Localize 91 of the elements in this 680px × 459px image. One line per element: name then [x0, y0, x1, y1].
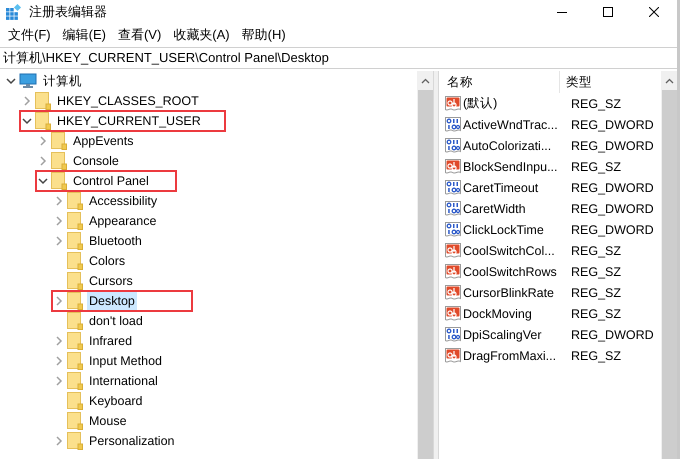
tree-item[interactable]: HKEY_CURRENT_USER [20, 111, 225, 131]
tree-item[interactable]: Personalization [52, 431, 198, 451]
window-title: 注册表编辑器 [29, 3, 108, 21]
binary-value-icon [445, 138, 461, 154]
maximize-icon [603, 7, 613, 17]
value-type: REG_SZ [570, 160, 622, 174]
folder-icon [67, 392, 83, 410]
binary-value-icon [445, 200, 461, 216]
value-type: REG_SZ [570, 244, 622, 258]
value-type: REG_DWORD [570, 180, 654, 194]
binary-value-icon [445, 326, 461, 342]
tree-item[interactable]: Cursors [52, 271, 192, 291]
folder-icon [67, 272, 83, 290]
value-name[interactable]: AutoColorizati... [463, 138, 567, 152]
folder-icon [67, 312, 83, 330]
folder-icon [35, 112, 51, 130]
scroll-up-icon[interactable] [420, 78, 430, 84]
tree-item[interactable]: Accessibility [52, 191, 192, 211]
folder-icon [51, 172, 67, 190]
string-value-icon [445, 96, 461, 112]
folder-icon [67, 232, 83, 250]
tree-item[interactable]: Appearance [52, 211, 192, 231]
menu-item[interactable]: 帮助(H) [236, 24, 292, 46]
tree-item[interactable]: Console [36, 151, 176, 171]
column-header[interactable]: 类型 [560, 74, 592, 90]
value-name[interactable]: DragFromMaxi... [463, 348, 567, 362]
folder-icon [67, 412, 83, 430]
value-name[interactable]: ClickLockTime [463, 222, 567, 236]
value-type: REG_DWORD [570, 202, 654, 216]
folder-icon [67, 432, 83, 450]
menu-item[interactable]: 收藏夹(A) [167, 24, 236, 46]
folder-icon [67, 372, 83, 390]
column-header[interactable]: 名称 [439, 71, 560, 93]
tree-item[interactable]: Keyboard [52, 391, 192, 411]
value-type: REG_DWORD [570, 118, 654, 132]
value-type: REG_SZ [570, 286, 622, 300]
value-type: REG_DWORD [570, 138, 654, 152]
tree-item[interactable]: Mouse [52, 411, 192, 431]
registry-app-icon [6, 4, 22, 20]
tree-item[interactable]: Desktop [52, 291, 192, 311]
string-value-icon [445, 264, 461, 280]
menu-item[interactable]: 文件(F) [2, 24, 57, 46]
string-value-icon [445, 284, 461, 300]
folder-icon [51, 132, 67, 150]
string-value-icon [445, 158, 461, 174]
tree-item[interactable]: AppEvents [36, 131, 176, 151]
value-name[interactable]: CaretWidth [463, 202, 567, 216]
tree-item[interactable]: Bluetooth [52, 231, 192, 251]
value-name[interactable]: DpiScalingVer [463, 328, 567, 342]
value-type: REG_DWORD [570, 328, 654, 342]
string-value-icon [445, 306, 461, 322]
folder-icon [67, 352, 83, 370]
folder-icon [67, 212, 83, 230]
tree-item[interactable]: 计算机 [4, 71, 144, 91]
value-name[interactable]: BlockSendInpu... [463, 160, 567, 174]
value-type: REG_DWORD [570, 222, 654, 236]
value-type: REG_SZ [570, 96, 622, 110]
folder-icon [35, 92, 51, 110]
string-value-icon [445, 242, 461, 258]
value-name[interactable]: ActiveWndTrac... [463, 118, 567, 132]
address-bar[interactable]: 计算机\HKEY_CURRENT_USER\Control Panel\Desktop [0, 47, 677, 69]
folder-icon [67, 252, 83, 270]
menu-item[interactable]: 编辑(E) [56, 24, 112, 46]
string-value-icon [445, 348, 461, 364]
tree-item[interactable]: don't load [52, 311, 192, 331]
value-type: REG_SZ [570, 306, 622, 320]
value-name[interactable]: CoolSwitchRows [463, 264, 567, 278]
folder-icon [67, 292, 83, 310]
tree-item[interactable]: International [52, 371, 192, 391]
binary-value-icon [445, 116, 461, 132]
value-name[interactable]: DockMoving [463, 306, 567, 320]
folder-icon [67, 332, 83, 350]
tree-item[interactable]: Colors [52, 251, 192, 271]
value-name[interactable]: CoolSwitchCol... [463, 244, 567, 258]
computer-icon [19, 73, 37, 89]
binary-value-icon [445, 222, 461, 238]
tree-item[interactable]: Control Panel [36, 171, 176, 191]
tree-item[interactable]: Input Method [52, 351, 192, 371]
scroll-up-icon[interactable] [664, 78, 674, 84]
binary-value-icon [445, 180, 461, 196]
tree-item[interactable]: Infrared [52, 331, 192, 351]
menu-item[interactable]: 查看(V) [112, 24, 168, 46]
folder-icon [51, 152, 67, 170]
value-name[interactable]: (默认) [463, 95, 567, 112]
close-icon [649, 7, 659, 17]
folder-icon [67, 192, 83, 210]
value-name[interactable]: CaretTimeout [463, 180, 567, 194]
value-type: REG_SZ [570, 264, 622, 278]
value-name[interactable]: CursorBlinkRate [463, 286, 567, 300]
tree-item[interactable]: HKEY_CLASSES_ROOT [20, 91, 223, 111]
value-type: REG_SZ [570, 348, 622, 362]
